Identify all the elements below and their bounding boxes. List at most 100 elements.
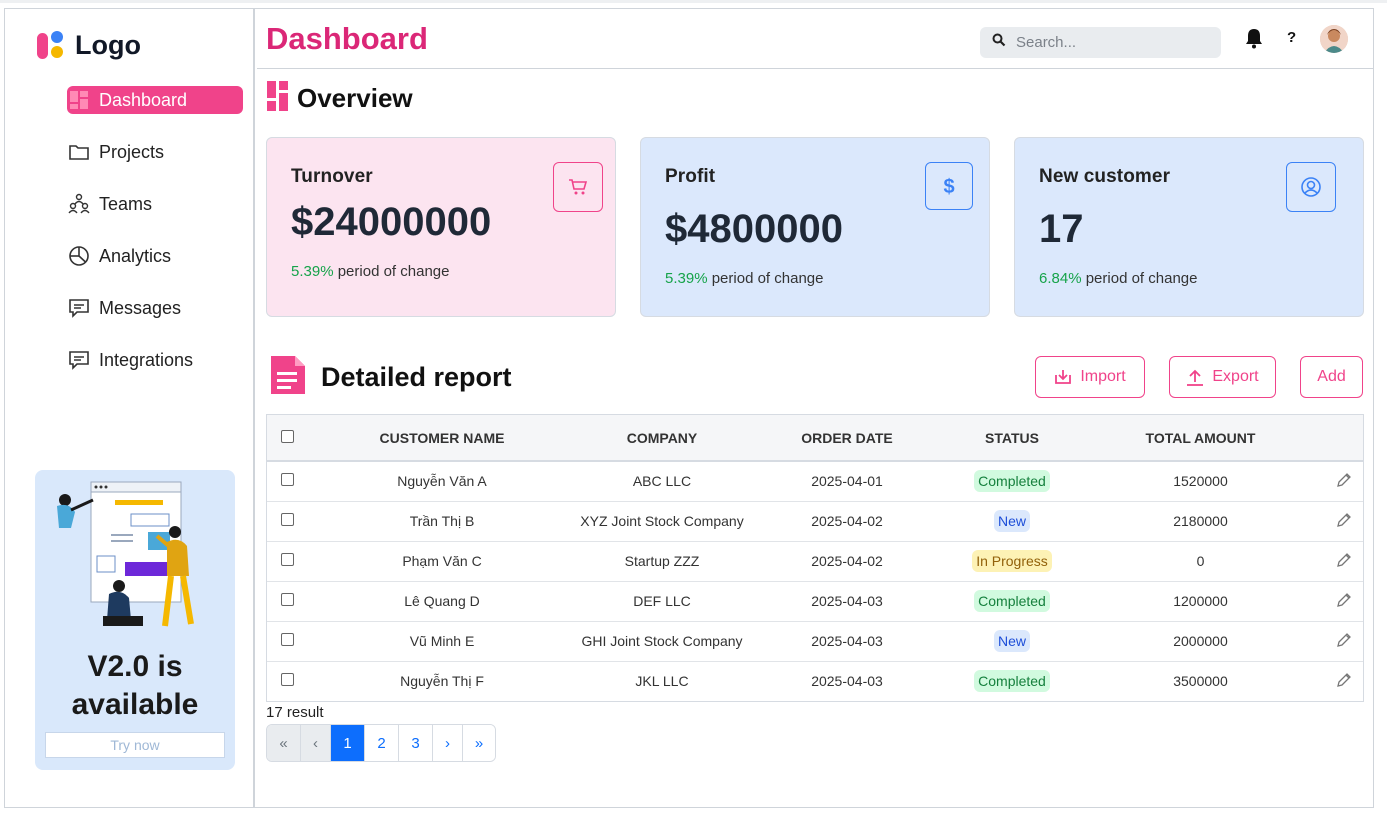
search-input[interactable] (1016, 34, 1206, 51)
customer-name-cell: Trần Thị B (409, 513, 475, 529)
row-checkbox[interactable] (280, 673, 294, 687)
sidebar-item-label: Messages (99, 297, 182, 318)
new-customer-card: New customer 17 6.84% period of change (1014, 137, 1364, 317)
export-button[interactable]: Export (1169, 356, 1276, 398)
sidebar-item-projects[interactable]: Projects (67, 138, 243, 166)
order-date-cell: 2025-04-02 (811, 513, 883, 529)
total-amount-cell: 1520000 (1173, 473, 1228, 490)
row-checkbox[interactable] (280, 593, 294, 606)
column-header[interactable]: CUSTOMER NAME (307, 415, 577, 461)
folder-icon (67, 140, 91, 164)
edit-pencil-icon[interactable] (1336, 552, 1352, 568)
app-frame: Logo Dashboard Projects Teams Analytics … (4, 8, 1374, 808)
overview-header: Overview (267, 81, 413, 116)
card-label: New customer (1039, 166, 1171, 187)
status-badge: Completed (974, 470, 1050, 493)
logo-text: Logo (75, 29, 141, 60)
cart-icon (553, 162, 603, 212)
company-cell: Startup ZZZ (624, 553, 700, 569)
column-header[interactable]: ORDER DATE (747, 415, 947, 461)
status-cell: Completed (947, 661, 1077, 701)
table-row: Nguyễn Văn A ABC LLC 2025-04-01 Completed 15… (267, 461, 1363, 501)
sidebar-item-dashboard[interactable]: Dashboard (67, 86, 243, 114)
total-amount-cell: 1200000 (1173, 593, 1228, 609)
order-date-cell: 2025-04-03 (811, 673, 883, 690)
customer-name-cell: Lê Quang D (404, 593, 480, 609)
report-table: CUSTOMER NAME COMPANY ORDER DATE STATUS … (266, 414, 1364, 702)
status-badge: New (993, 510, 1030, 532)
status-badge: Completed (974, 670, 1050, 693)
total-amount-cell: 0 (1196, 553, 1205, 569)
teams-icon (67, 192, 91, 216)
order-date-cell: 2025-04-03 (811, 593, 883, 609)
table-row: Phạm Văn C Startup ZZZ 2025-04-02 In Progre… (267, 541, 1363, 581)
card-value: $24000000 (291, 200, 492, 244)
row-checkbox[interactable] (280, 513, 294, 526)
top-strip (0, 0, 1387, 3)
import-button[interactable]: Import (1035, 356, 1145, 398)
edit-pencil-icon[interactable] (1336, 592, 1352, 608)
row-checkbox[interactable] (280, 473, 294, 487)
page-button[interactable]: 3 (399, 725, 433, 761)
total-amount-cell: 2000000 (1173, 633, 1228, 649)
edit-pencil-icon[interactable] (1336, 632, 1352, 648)
card-change: 5.39% period of change (665, 270, 824, 287)
sidebar-item-integrations[interactable]: Integrations (67, 346, 243, 374)
page-button[interactable]: 1 (331, 725, 365, 761)
column-header[interactable]: COMPANY (577, 415, 747, 461)
result-count: 17 result (266, 704, 324, 721)
table-header-row: CUSTOMER NAME COMPANY ORDER DATE STATUS … (267, 415, 1363, 461)
status-cell: New (947, 621, 1077, 661)
try-now-button[interactable]: Try now (45, 732, 225, 758)
card-change: 6.84% period of change (1039, 270, 1198, 287)
company-cell: GHI Joint Stock Company (581, 633, 743, 649)
table-row: Trần Thị B XYZ Joint Stock Company 2025-04… (267, 501, 1363, 541)
notification-bell-icon[interactable] (1245, 27, 1265, 49)
edit-pencil-icon[interactable] (1336, 672, 1352, 688)
row-checkbox[interactable] (280, 633, 294, 646)
sidebar: Logo Dashboard Projects Teams Analytics … (5, 9, 255, 807)
customer-name-cell: Nguyễn Văn A (397, 473, 487, 490)
column-header[interactable]: STATUS (947, 415, 1077, 461)
search-box[interactable] (980, 27, 1221, 58)
sidebar-item-label: Projects (99, 141, 165, 162)
report-header: Detailed report (269, 354, 512, 401)
avatar[interactable] (1320, 25, 1348, 53)
prev-page-button[interactable]: ‹ (301, 725, 331, 761)
help-icon[interactable]: ? (1287, 29, 1296, 46)
total-amount-cell: 3500000 (1173, 673, 1228, 690)
team-illustration (57, 481, 194, 627)
add-button[interactable]: Add (1300, 356, 1363, 398)
page-button[interactable]: 2 (365, 725, 399, 761)
company-cell: ABC LLC (632, 473, 692, 490)
upgrade-promo-card: V2.0 is available Try now (35, 470, 235, 770)
logo[interactable]: Logo (37, 29, 141, 61)
sidebar-item-messages[interactable]: Messages (67, 294, 243, 322)
order-date-cell: 2025-04-03 (811, 633, 883, 649)
table-row: Lê Quang D DEF LLC 2025-04-03 Completed 1200… (267, 581, 1363, 621)
status-badge: In Progress (972, 550, 1052, 572)
status-cell: In Progress (947, 541, 1077, 581)
edit-pencil-icon[interactable] (1336, 512, 1352, 528)
sidebar-item-analytics[interactable]: Analytics (67, 242, 243, 270)
profit-card: Profit $4800000 5.39% period of change $ (640, 137, 990, 317)
first-page-button[interactable]: « (267, 725, 301, 761)
total-amount-cell: 2180000 (1173, 513, 1228, 529)
search-icon (992, 33, 1006, 52)
last-page-button[interactable]: » (463, 725, 495, 761)
pagination: « ‹ 1 2 3 › » (266, 724, 496, 762)
sidebar-item-teams[interactable]: Teams (67, 190, 243, 218)
top-header: Dashboard ? (257, 9, 1373, 69)
sidebar-item-label: Analytics (99, 245, 172, 266)
promo-title: V2.0 is available (71, 650, 199, 721)
next-page-button[interactable]: › (433, 725, 463, 761)
company-cell: DEF LLC (633, 593, 691, 609)
customer-name-cell: Nguyễn Thị F (400, 673, 484, 690)
column-header[interactable]: TOTAL AMOUNT (1077, 415, 1324, 461)
row-checkbox[interactable] (280, 553, 294, 566)
company-cell: XYZ Joint Stock Company (580, 513, 744, 529)
edit-pencil-icon[interactable] (1336, 472, 1352, 488)
upload-icon (1186, 368, 1204, 386)
report-title: Detailed report (321, 362, 512, 392)
select-all-checkbox[interactable] (280, 429, 294, 443)
